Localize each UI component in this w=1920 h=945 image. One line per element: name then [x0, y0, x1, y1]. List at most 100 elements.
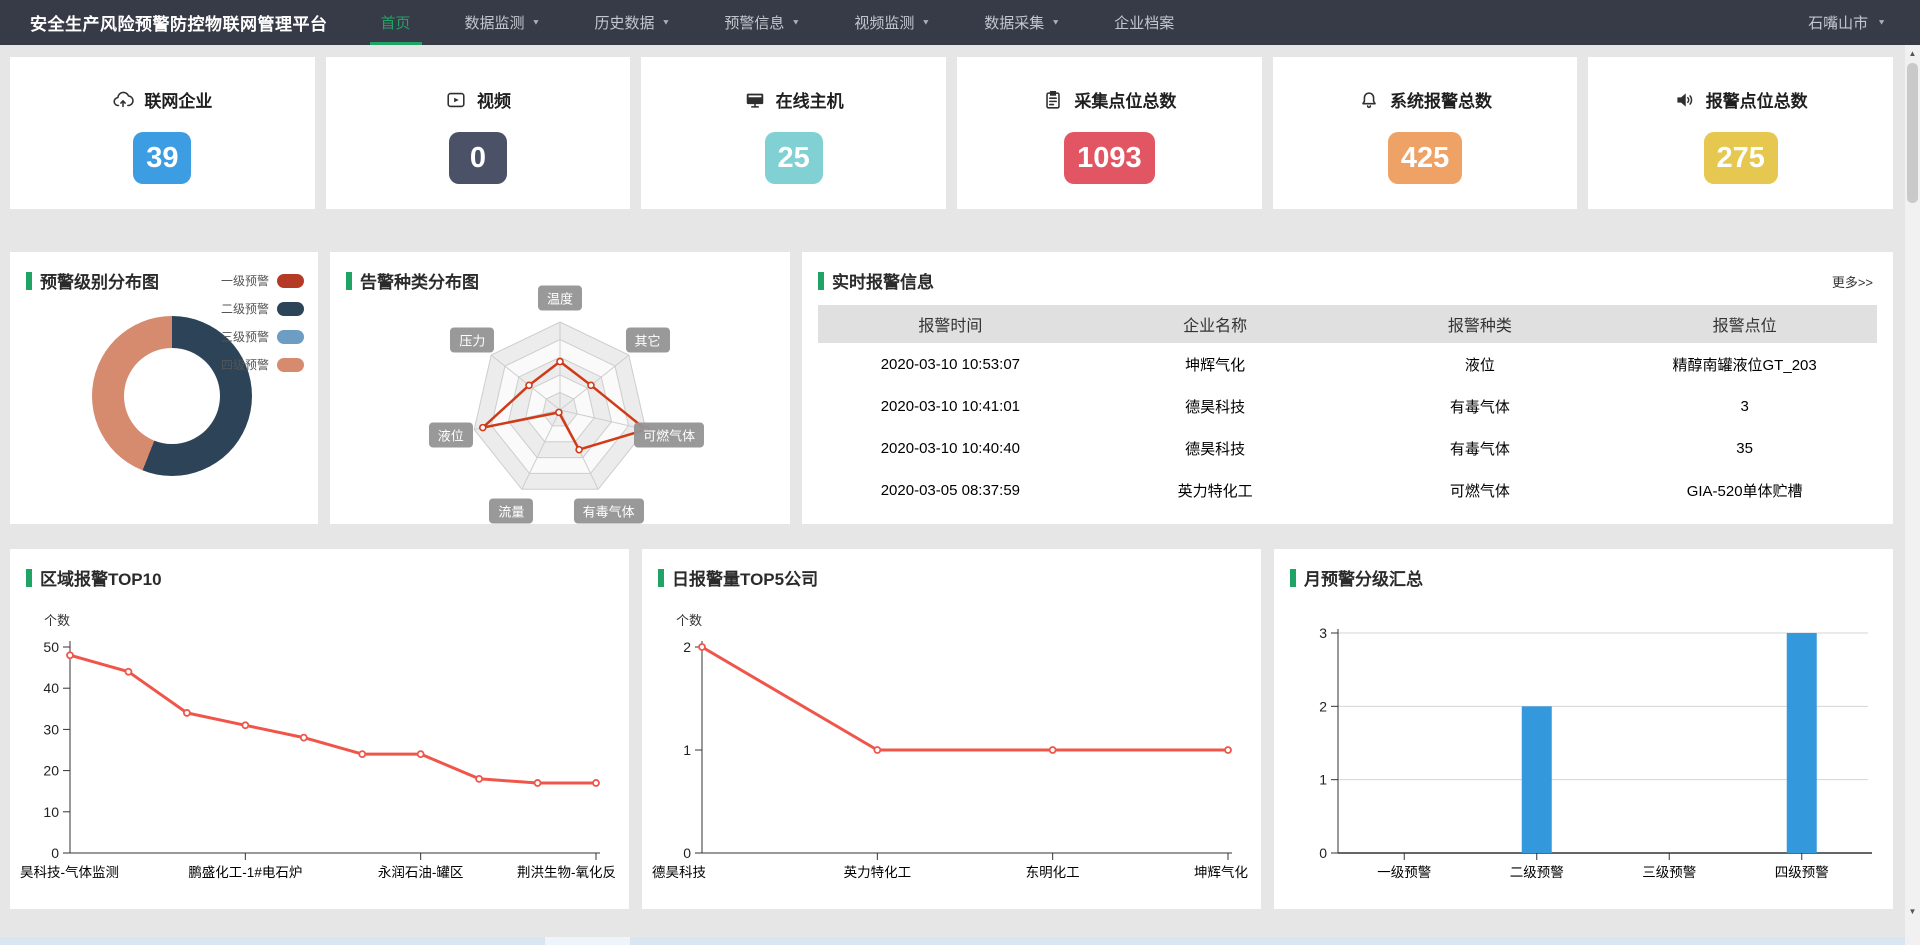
svg-text:0: 0	[683, 845, 691, 861]
legend-swatch	[277, 274, 304, 288]
panel-title: 月预警分级汇总	[1274, 549, 1893, 590]
svg-text:个数: 个数	[676, 613, 702, 628]
title-accent-bar	[1290, 569, 1296, 587]
legend-swatch	[277, 358, 304, 372]
legend-label: 三级预警	[221, 328, 269, 345]
stat-card: 报警点位总数275	[1588, 57, 1893, 209]
legend-swatch	[277, 330, 304, 344]
svg-text:四级预警: 四级预警	[1775, 865, 1829, 880]
bottom-row: 区域报警TOP10 个数01020304050昊科技-气体监测鹏盛化工-1#电石…	[10, 549, 1893, 909]
stat-label: 在线主机	[776, 87, 844, 112]
svg-text:20: 20	[43, 763, 59, 779]
region-selector[interactable]: 石嘴山市 ▼	[1808, 12, 1886, 33]
bell-icon	[1358, 89, 1380, 111]
chevron-down-icon: ▼	[532, 19, 541, 27]
more-link[interactable]: 更多>>	[1832, 272, 1873, 291]
svg-text:鹏盛化工-1#电石炉: 鹏盛化工-1#电石炉	[188, 865, 302, 880]
svg-text:德昊科技: 德昊科技	[652, 865, 706, 880]
panel-title: 实时报警信息	[802, 252, 950, 293]
nav-item-enterprise-archive[interactable]: 企业档案	[1087, 0, 1201, 45]
nav-item-label: 首页	[381, 12, 411, 33]
table-cell: 德昊科技	[1083, 427, 1348, 469]
svg-text:10: 10	[43, 804, 59, 820]
svg-text:二级预警: 二级预警	[1510, 865, 1564, 880]
chart-legend: 一级预警二级预警三级预警四级预警	[221, 272, 304, 384]
svg-text:个数: 个数	[44, 613, 70, 628]
panel-monthly-warning-summary: 月预警分级汇总 0123一级预警二级预警三级预警四级预警	[1274, 549, 1893, 909]
chevron-down-icon: ▼	[1877, 19, 1886, 27]
app-title: 安全生产风险预警防控物联网管理平台	[30, 10, 328, 35]
panel-title-row: 实时报警信息 更多>>	[802, 252, 1893, 293]
legend-item[interactable]: 二级预警	[221, 300, 304, 317]
panel-daily-alarm-top5: 日报警量TOP5公司 个数012德昊科技英力特化工东明化工坤辉气化	[642, 549, 1261, 909]
table-cell: GIA-520单体贮槽	[1612, 469, 1877, 511]
panel-alarm-type-distribution: 告警种类分布图 温度其它可燃气体有毒气体流量液位压力	[330, 252, 790, 524]
stat-label: 联网企业	[144, 87, 212, 112]
table-row: 2020-03-10 10:41:01德昊科技有毒气体3	[818, 385, 1877, 427]
svg-text:一级预警: 一级预警	[1377, 865, 1431, 880]
bottom-section-notch	[545, 937, 630, 945]
table-cell: 2020-03-10 10:40:40	[818, 427, 1083, 469]
radar-axis-label: 液位	[429, 422, 473, 447]
table-cell: 德昊科技	[1083, 385, 1348, 427]
scrollbar-thumb[interactable]	[1907, 63, 1918, 203]
cloud-link-icon	[112, 89, 134, 111]
chevron-down-icon: ▼	[661, 19, 670, 27]
scroll-down-arrow-icon[interactable]: ▼	[1905, 903, 1920, 919]
table-row: 2020-03-05 08:37:59英力特化工可燃气体GIA-520单体贮槽	[818, 469, 1877, 511]
nav-item-video-monitor[interactable]: 视频监测 ▼	[827, 0, 957, 45]
table-row: 2020-03-10 10:53:07坤辉气化液位精醇南罐液位GT_203	[818, 343, 1877, 385]
radar-chart: 温度其它可燃气体有毒气体流量液位压力	[330, 252, 790, 524]
legend-item[interactable]: 四级预警	[221, 356, 304, 373]
nav-item-warning-info[interactable]: 预警信息▼	[697, 0, 827, 45]
stat-value-badge: 1093	[1064, 132, 1155, 184]
scroll-up-arrow-icon[interactable]: ▲	[1905, 45, 1920, 61]
nav-item-data-monitor[interactable]: 数据监测▼	[438, 0, 568, 45]
nav-item-history-data[interactable]: 历史数据▼	[567, 0, 697, 45]
table-cell: 精醇南罐液位GT_203	[1612, 343, 1877, 385]
title-accent-bar	[26, 569, 32, 587]
stat-value-badge: 0	[449, 132, 507, 184]
stat-value-badge: 425	[1388, 132, 1462, 184]
svg-text:2: 2	[683, 639, 691, 655]
nav-item-label: 视频监测	[854, 12, 914, 33]
title-accent-bar	[818, 272, 824, 290]
svg-text:坤辉气化: 坤辉气化	[1194, 865, 1248, 880]
nav-menu: 首页 数据监测▼历史数据▼预警信息▼ 视频监测 ▼ 数据采集 ▼ 企业档案	[354, 0, 1202, 45]
region-top10-chart: 个数01020304050昊科技-气体监测鹏盛化工-1#电石炉永润石油-罐区荆洪…	[18, 591, 618, 891]
table-cell: 有毒气体	[1348, 427, 1613, 469]
legend-item[interactable]: 三级预警	[221, 328, 304, 345]
stat-card: 采集点位总数 1093	[957, 57, 1262, 209]
table-cell: 有毒气体	[1348, 385, 1613, 427]
svg-text:东明化工: 东明化工	[1026, 865, 1080, 880]
table-row: 2020-03-10 10:40:40德昊科技有毒气体35	[818, 427, 1877, 469]
chevron-down-icon: ▼	[1051, 19, 1060, 27]
middle-row: 预警级别分布图 一级预警二级预警三级预警四级预警 告警种类分布图 温度其它可燃气…	[10, 252, 1893, 524]
stat-label: 采集点位总数	[1074, 87, 1176, 112]
nav-item-data-collect[interactable]: 数据采集 ▼	[957, 0, 1087, 45]
nav-item-label: 数据采集	[984, 12, 1044, 33]
svg-text:英力特化工: 英力特化工	[844, 864, 912, 880]
nav-item-home[interactable]: 首页	[354, 0, 438, 45]
vertical-scrollbar[interactable]: ▲ ▼	[1905, 45, 1920, 945]
monitor-icon	[744, 89, 766, 111]
radar-axis-label: 温度	[538, 286, 582, 311]
panel-warning-level-distribution: 预警级别分布图 一级预警二级预警三级预警四级预警	[10, 252, 318, 524]
table-cell: 2020-03-05 08:37:59	[818, 469, 1083, 511]
stat-label: 报警点位总数	[1706, 87, 1808, 112]
realtime-alarm-table: 报警时间 企业名称 报警种类 报警点位 2020-03-10 10:53:07坤…	[818, 305, 1877, 511]
table-cell: 2020-03-10 10:41:01	[818, 385, 1083, 427]
svg-text:0: 0	[1319, 845, 1327, 861]
col-alarm-type: 报警种类	[1348, 305, 1613, 343]
radar-axis-label: 压力	[450, 328, 494, 353]
stat-card: 联网企业39	[10, 57, 315, 209]
top-nav: 安全生产风险预警防控物联网管理平台 首页 数据监测▼历史数据▼预警信息▼ 视频监测 ▼…	[0, 0, 1920, 45]
clipboard-icon	[1042, 89, 1064, 111]
legend-item[interactable]: 一级预警	[221, 272, 304, 289]
chevron-down-icon: ▼	[921, 19, 930, 27]
stat-card: 系统报警总数425	[1273, 57, 1578, 209]
col-enterprise-name: 企业名称	[1083, 305, 1348, 343]
panel-title: 日报警量TOP5公司	[642, 549, 1261, 590]
legend-label: 二级预警	[221, 300, 269, 317]
daily-top5-chart: 个数012德昊科技英力特化工东明化工坤辉气化	[650, 591, 1250, 891]
